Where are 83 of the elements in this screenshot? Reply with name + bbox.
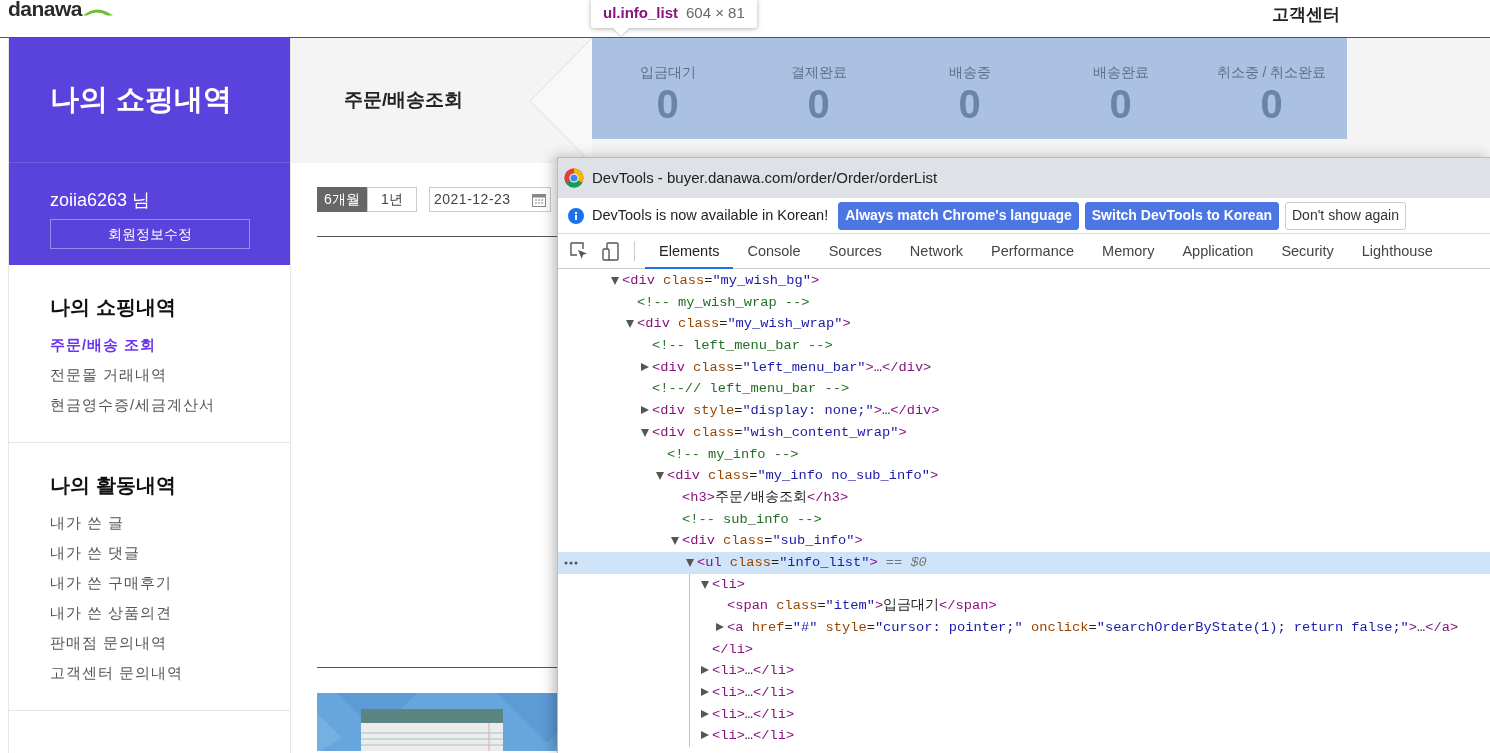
menu-item[interactable]: 판매점 문의내역 [50,628,290,658]
window-title: DevTools - buyer.danawa.com/order/Order/orderList [592,167,938,188]
code-comment: <!-- left_menu_bar --> [652,338,833,354]
status-label: 취소중 / 취소완료 [1216,63,1327,82]
code-line[interactable]: <span class="item">입금대기</span> [727,598,997,614]
more-icon [564,560,578,565]
collapse-arrow-icon[interactable] [641,428,649,437]
devtools-tab[interactable]: Security [1267,233,1348,269]
collapse-arrow-icon[interactable] [701,580,709,589]
customer-center-link[interactable]: 고객센터 [1272,2,1340,28]
expand-arrow-icon[interactable] [716,623,724,631]
code-comment: <!-- sub_info --> [682,511,822,527]
code-line[interactable]: <li>…</li> [712,706,795,722]
collapse-arrow-icon[interactable] [611,277,619,285]
logo[interactable]: danawa [8,0,83,19]
browser-logo-icon [564,168,584,188]
menu-item[interactable]: 내가 쓴 글 [50,508,290,538]
devtools-tab[interactable]: Lighthouse [1347,233,1447,269]
devtools-tab[interactable]: Application [1168,233,1268,269]
code-line[interactable]: <h3>주문/배송조회</h3> [682,489,849,505]
size-label: 604 × 81 [686,2,745,23]
menu-item[interactable]: 내가 쓴 상품의견 [50,598,290,628]
menu-item[interactable]: 고객센터 문의내역 [50,658,290,688]
infobar-button[interactable]: Don't show again [1285,201,1406,230]
code-line[interactable]: <div class="my_wish_wrap"> [637,316,851,332]
code-comment: <!--// left_menu_bar --> [652,381,850,397]
username: zoiia6263 님 [50,189,152,212]
devtools-tab[interactable]: Elements [645,233,734,269]
code-line[interactable]: <div class="my_wish_bg"> [622,273,820,288]
devtools-tab[interactable]: Network [895,233,978,269]
code-line[interactable]: <ul class="info_list"> [697,554,878,570]
code-line[interactable]: <div style="display: none;">…</div> [652,403,940,419]
code-line[interactable]: <li>…</li> [712,685,795,701]
devtools-tab[interactable]: Console [733,233,815,269]
device-toolbar-icon [602,241,620,261]
devtools-tab[interactable]: Performance [977,233,1089,269]
code-line[interactable]: <div class="sub_info"> [682,533,863,549]
code-line[interactable]: <li> [712,576,745,592]
page-heading: 주문/배송조회 [344,88,464,113]
menu-item[interactable]: 내가 쓴 댓글 [50,538,290,568]
collapse-arrow-icon[interactable] [656,472,664,481]
menu-heading: 나의 쇼핑내역 [50,295,177,320]
status-label: 입금대기 [639,63,696,82]
inspect-icon [570,242,588,260]
menu-item[interactable]: 주문/배송 조회 [50,330,290,360]
collapse-arrow-icon[interactable] [626,320,634,329]
code-comment: <!-- my_wish_wrap --> [637,294,810,310]
sidebar-title: 나의 쇼핑내역 [50,82,233,118]
menu-heading: 나의 활동내역 [50,473,177,498]
selector-label: ul.info_list [603,2,678,23]
status-label: 배송완료 [1092,63,1149,82]
period-tab[interactable]: 6개월 [317,187,367,212]
edit-profile-button[interactable]: 회원정보수정 [50,219,250,249]
calendar-icon [532,192,546,207]
code-line[interactable]: <li>…</li> [712,663,795,679]
infobar-button[interactable]: Always match Chrome's language [838,201,1079,230]
menu-item[interactable]: 내가 쓴 구매후기 [50,568,290,598]
status-label: 결제완료 [790,63,847,82]
period-tab[interactable]: 1년 [367,187,417,212]
expand-arrow-icon[interactable] [641,362,649,371]
info-message: DevTools is now available in Korean! [592,205,829,225]
devtools-tab[interactable]: Sources [814,233,896,269]
devtools-tab[interactable]: Memory [1088,233,1169,269]
info-icon [568,207,584,224]
infobar-button[interactable]: Switch DevTools to Korean [1084,201,1279,230]
code-line[interactable]: <div class="wish_content_wrap"> [652,424,907,440]
code-line[interactable]: <div class="my_info no_sub_info"> [667,468,939,484]
code-line[interactable]: <a href="#" style="cursor: pointer;" onclick="searchOrderByState(1); return false;">…</a> [727,620,1459,635]
code-line[interactable]: </li> [712,641,754,657]
code-comment: <!-- my_info --> [667,446,799,462]
menu-item[interactable]: 전문몰 거래내역 [50,360,290,390]
status-label: 배송중 [948,63,991,82]
expand-arrow-icon[interactable] [701,666,709,675]
expand-arrow-icon[interactable] [641,406,649,415]
collapse-arrow-icon[interactable] [686,558,694,567]
code-line[interactable]: <div class="left_menu_bar">…</div> [652,359,932,375]
expand-arrow-icon[interactable] [701,709,709,718]
code-line[interactable]: <li>…</li> [712,728,795,744]
menu-item[interactable]: 현금영수증/세금계산서 [50,390,290,420]
date-field[interactable]: 2021-12-23 [429,187,551,212]
expand-arrow-icon[interactable] [701,731,709,740]
expand-arrow-icon[interactable] [701,688,709,697]
node-reference: == $0 [885,554,927,570]
